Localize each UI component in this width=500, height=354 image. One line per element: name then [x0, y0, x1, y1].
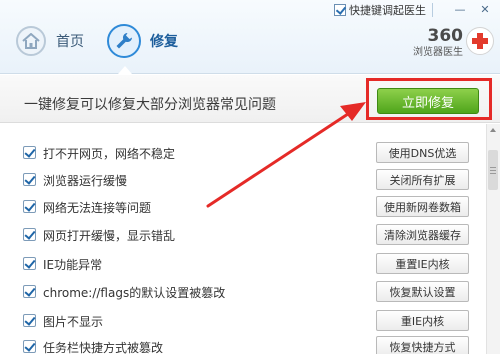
- issue-checkbox[interactable]: [23, 173, 36, 186]
- banner-text: 一键修复可以修复大部分浏览器常见问题: [24, 97, 276, 113]
- issue-action-button[interactable]: 重置IE内核: [376, 253, 469, 274]
- issue-list: 打不开网页，网络不稳定 使用DNS优选 浏览器运行缓慢 关闭所有扩展 网络无法连…: [0, 124, 486, 354]
- close-button[interactable]: ✕: [474, 0, 496, 18]
- titlebar-divider: [432, 3, 433, 17]
- issue-label: 网络无法连接等问题: [43, 201, 152, 215]
- scroll-up-arrow-icon[interactable]: [490, 128, 496, 132]
- list-item: 网页打开缓慢，显示错乱 清除浏览器缓存: [0, 222, 486, 248]
- list-item: 图片不显示 重IE内核: [0, 308, 486, 334]
- nav-repair-label: 修复: [150, 34, 178, 50]
- issue-action-button[interactable]: 恢复默认设置: [376, 281, 469, 302]
- issue-label: 网页打开缓慢，显示错乱: [43, 229, 176, 243]
- issue-label: 打不开网页，网络不稳定: [43, 147, 176, 161]
- scroll-grip: [490, 173, 496, 174]
- shortcut-toggle[interactable]: 快捷键调起医生: [334, 2, 433, 18]
- minimize-icon: —: [454, 2, 466, 16]
- close-icon: ✕: [480, 2, 490, 16]
- issue-action-button[interactable]: 关闭所有扩展: [376, 169, 469, 190]
- list-item: 网络无法连接等问题 使用新网卷数箱: [0, 194, 486, 220]
- scroll-grip: [490, 167, 496, 168]
- issue-checkbox[interactable]: [23, 257, 36, 270]
- issue-label: 任务栏快捷方式被篡改: [43, 341, 164, 354]
- issue-action-button[interactable]: 使用新网卷数箱: [376, 196, 469, 217]
- brand-number: 360: [427, 26, 464, 46]
- issue-checkbox[interactable]: [23, 146, 36, 159]
- issue-checkbox[interactable]: [23, 314, 36, 327]
- list-item: 浏览器运行缓慢 关闭所有扩展: [0, 167, 486, 193]
- issue-action-button[interactable]: 恢复快捷方式: [376, 336, 469, 354]
- brand-subtitle: 浏览器医生: [413, 47, 463, 58]
- active-tab-pointer: [118, 66, 132, 74]
- nav-home-label: 首页: [56, 34, 84, 50]
- issue-checkbox[interactable]: [23, 228, 36, 241]
- issue-action-button[interactable]: 清除浏览器缓存: [376, 224, 469, 245]
- list-item: 任务栏快捷方式被篡改 恢复快捷方式: [0, 334, 486, 354]
- list-item: chrome://flags的默认设置被篡改 恢复默认设置: [0, 279, 486, 305]
- nav-repair-tab[interactable]: 修复: [107, 24, 178, 58]
- home-icon: [16, 26, 46, 56]
- scroll-grip: [490, 170, 496, 171]
- repair-now-button[interactable]: 立即修复: [377, 88, 479, 114]
- wrench-icon: [107, 24, 141, 58]
- brand-logo: 360 浏览器医生: [405, 26, 463, 60]
- issue-label: 图片不显示: [43, 315, 104, 329]
- issue-label: 浏览器运行缓慢: [43, 174, 128, 188]
- red-cross-icon: [466, 27, 494, 55]
- nav-home-tab[interactable]: 首页: [16, 26, 84, 56]
- issue-checkbox[interactable]: [23, 285, 36, 298]
- issue-checkbox[interactable]: [23, 200, 36, 213]
- list-item: IE功能异常 重置IE内核: [0, 251, 486, 277]
- issue-label: chrome://flags的默认设置被篡改: [43, 286, 226, 300]
- list-item: 打不开网页，网络不稳定 使用DNS优选: [0, 140, 486, 166]
- minimize-button[interactable]: —: [449, 0, 471, 18]
- issue-label: IE功能异常: [43, 258, 103, 272]
- issue-checkbox[interactable]: [23, 340, 36, 353]
- shortcut-label: 快捷键调起医生: [349, 4, 426, 17]
- issue-action-button[interactable]: 重IE内核: [376, 310, 469, 331]
- shortcut-checkbox[interactable]: [334, 4, 346, 16]
- issue-action-button[interactable]: 使用DNS优选: [376, 142, 469, 163]
